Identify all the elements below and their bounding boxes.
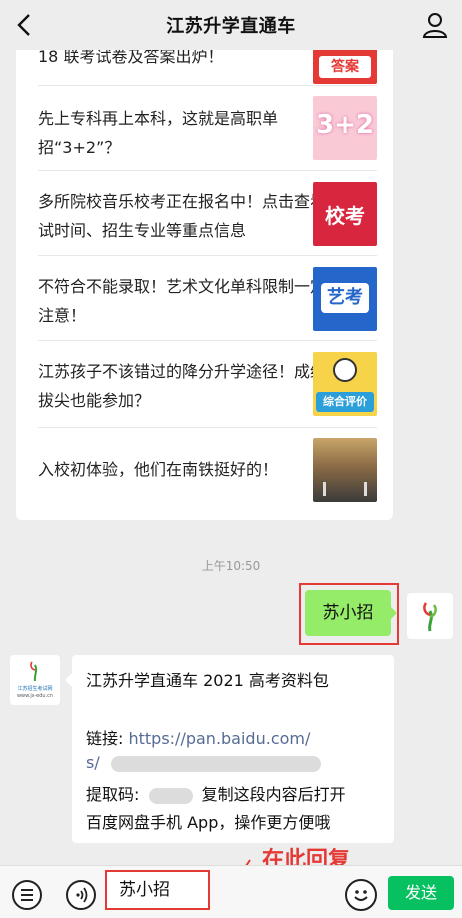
article-thumbnail: 艺考 [313,267,377,331]
thumbnail-label: 校考 [325,204,365,228]
article-thumbnail-photo [313,438,377,502]
bubble-tail [390,606,397,620]
divider [38,170,377,171]
article-thumbnail: 校考 [313,182,377,246]
redacted-code [148,787,193,804]
article-title: 多所院校音乐校考正在报名中！点击查看考试时间、招生专业等重点信息 [38,192,343,240]
back-arrow-icon[interactable] [10,10,40,40]
sent-message-bubble[interactable]: 苏小招 [305,590,391,636]
baidu-pan-link[interactable]: https://pan.baidu.com/ [128,729,310,748]
sprout-logo-icon [423,602,437,632]
bot-avatar[interactable]: 江苏招生考试网 www.js-edu.cn [10,655,60,705]
chat-timestamp: 上午10:50 [201,559,261,573]
bot-avatar-url: www.js-edu.cn [16,693,54,699]
menu-list-icon[interactable] [12,880,42,910]
code-label: 提取码: [86,785,140,804]
thumbnail-label: 综合评价 [316,392,374,412]
article-title: 先上专科再上本科，这就是高职单招“3+2”？ [38,109,279,157]
bubble-tail [65,673,72,687]
message-line: 江苏升学直通车 2021 高考资料包 [86,671,329,690]
divider [38,255,377,256]
send-button[interactable]: 发送 [388,876,454,910]
baidu-pan-link-cont[interactable]: s/ [86,753,100,772]
divider [38,85,377,86]
thumbnail-label: 答案 [319,56,371,78]
article-thumbnail: 答案 [313,50,377,84]
thumbnail-label: 3+2 [316,110,374,140]
article-title: 不符合不能录取！艺术文化单科限制一定要注意！ [38,277,343,325]
message-input[interactable]: 苏小招 [105,870,210,910]
article-thumbnail: 综合评价 [313,352,377,416]
voice-icon[interactable] [66,880,96,910]
divider [38,340,377,341]
article-thumbnail: 3+2 [313,96,377,160]
received-message-bubble[interactable]: 江苏升学直通车 2021 高考资料包 链接: https://pan.baidu… [72,655,394,843]
my-avatar[interactable] [407,593,453,639]
page-title: 江苏升学直通车 [166,16,296,37]
message-code-line: 提取码: 复制这段内容后打开 [86,781,346,805]
top-bar: 江苏升学直通车 [0,0,462,50]
smiley-icon [333,358,357,382]
emoji-icon[interactable] [345,879,377,911]
thumbnail-label: 艺考 [321,283,369,313]
user-profile-icon[interactable] [420,10,450,40]
code-suffix: 复制这段内容后打开 [201,785,346,804]
message-line: 百度网盘手机 App，操作更方便哦 [86,813,331,832]
divider [38,427,377,428]
message-link-line: 链接: https://pan.baidu.com/ [86,725,310,749]
bot-avatar-name: 江苏招生考试网 [17,686,53,692]
article-title: 18 联考试卷及答案出炉！ [38,50,224,66]
rail-track [323,482,367,496]
article-title: 江苏孩子不该错过的降分升学途径！成绩不拔尖也能参加？ [38,362,343,410]
article-list-card: 18 联考试卷及答案出炉！ 答案 先上专科再上本科，这就是高职单招“3+2”？ … [16,50,393,520]
article-title: 入校初体验，他们在南铁挺好的！ [38,460,279,479]
redacted-area [110,755,321,772]
link-label: 链接: [86,729,129,748]
message-link-line-2: s/ [86,753,321,772]
